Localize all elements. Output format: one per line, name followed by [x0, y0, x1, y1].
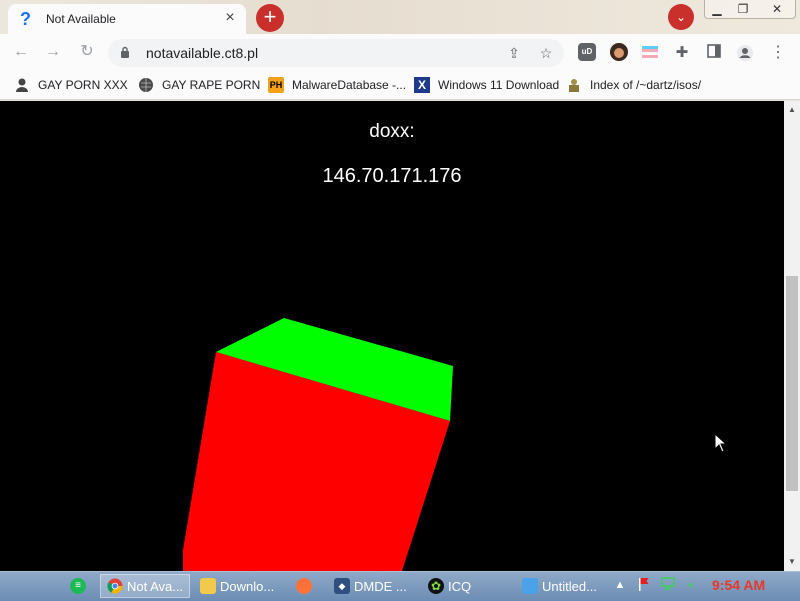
profile-icon[interactable] — [736, 44, 754, 62]
restore-button[interactable]: ❐ — [730, 0, 756, 20]
bookmark-label: Windows 11 Download — [438, 78, 560, 92]
scroll-thumb[interactable] — [786, 276, 798, 491]
reload-button[interactable]: ↻ — [76, 42, 98, 62]
browser-toolbar: ← → ↻ notavailable.ct8.pl ⇪ ☆ uD ✚ ⋮ — [0, 34, 800, 70]
arrow-right-icon: → — [45, 43, 61, 60]
bookmark-label: MalwareDatabase -... — [292, 78, 407, 92]
bookmark-item[interactable]: Index of /~dartz/isos/ — [566, 76, 701, 94]
tab-title: Not Available — [46, 12, 116, 26]
vertical-scrollbar[interactable]: ▲ ▼ — [784, 101, 800, 571]
ublock-icon[interactable]: uD — [578, 43, 596, 61]
globe-icon — [138, 77, 154, 93]
taskbar-item-chrome[interactable]: Not Ava... — [100, 574, 190, 598]
taskbar-item-explorer[interactable]: Downlo... — [194, 574, 280, 598]
bookmarks-bar: GAY PORN XXX GAY RAPE PORN PH MalwareDat… — [0, 70, 800, 100]
bookmark-label: GAY PORN XXX — [38, 78, 128, 92]
volume-tray-icon[interactable]: 🔈︎ — [684, 577, 700, 593]
lock-icon — [120, 46, 132, 61]
taskbar-label: ICQ — [448, 578, 472, 594]
scroll-up-icon[interactable]: ▲ — [784, 103, 800, 117]
kebab-menu-icon[interactable]: ⋮ — [769, 44, 787, 62]
bookmark-item[interactable]: X Windows 11 Download — [414, 76, 559, 94]
taskbar: ≡ Not Ava... Downlo... ◆ DMDE ... ✿ ICQ … — [0, 571, 800, 601]
side-panel-icon[interactable] — [705, 44, 723, 62]
bookmark-item[interactable]: GAY RAPE PORN — [138, 76, 260, 94]
question-mark-icon: ? — [20, 9, 31, 29]
extensions-puzzle-icon[interactable]: ✚ — [673, 44, 691, 62]
address-bar[interactable]: notavailable.ct8.pl ⇪ ☆ — [108, 39, 564, 67]
network-tray-icon[interactable] — [660, 577, 676, 593]
browser-tab[interactable]: ? Not Available × — [8, 4, 246, 34]
puzzle-person-icon — [14, 77, 30, 93]
tab-search-button[interactable]: ⌄ — [668, 4, 694, 30]
taskbar-label: Not Ava... — [127, 578, 184, 594]
taskbar-label: Untitled... — [542, 578, 597, 594]
share-icon[interactable]: ⇪ — [506, 45, 522, 61]
bookmark-item[interactable]: PH MalwareDatabase -... — [268, 76, 406, 94]
taskbar-item-firefox[interactable] — [290, 574, 320, 598]
taskbar-spotify[interactable]: ≡ — [64, 574, 90, 598]
dmde-icon: ◆ — [334, 578, 350, 594]
restore-icon: ❐ — [737, 2, 749, 16]
paint-icon — [522, 578, 538, 594]
close-icon[interactable]: × — [222, 10, 238, 27]
folder-person-icon — [566, 77, 582, 93]
flag-tray-icon[interactable] — [636, 577, 652, 593]
taskbar-label: Downlo... — [220, 578, 275, 594]
scroll-down-icon[interactable]: ▼ — [784, 555, 800, 569]
minimize-button[interactable]: ▁ — [704, 0, 730, 20]
back-button[interactable]: ← — [10, 42, 32, 62]
chrome-icon — [107, 578, 123, 594]
ph-logo-icon: PH — [268, 77, 284, 93]
taskbar-clock: 9:54 AM — [712, 577, 766, 593]
icq-flower-icon: ✿ — [428, 578, 444, 594]
reload-icon: ↻ — [80, 43, 94, 60]
tray-expand-icon[interactable]: ▲ — [612, 577, 628, 593]
x-logo-icon: X — [414, 77, 430, 93]
mouse-cursor-icon — [714, 433, 728, 453]
bookmark-label: GAY RAPE PORN — [162, 78, 261, 92]
taskbar-item-icq[interactable]: ✿ ICQ — [422, 574, 508, 598]
taskbar-item-dmde[interactable]: ◆ DMDE ... — [328, 574, 414, 598]
arrow-left-icon: ← — [13, 43, 29, 60]
bookmark-label: Index of /~dartz/isos/ — [590, 78, 702, 92]
spotify-icon: ≡ — [70, 578, 86, 594]
plus-icon: + — [263, 4, 277, 29]
forward-button[interactable]: → — [42, 42, 64, 62]
flag-extension-icon[interactable] — [641, 43, 659, 61]
url-text: notavailable.ct8.pl — [146, 45, 259, 61]
rotating-cube — [183, 318, 453, 571]
avatar-extension-icon[interactable] — [610, 43, 628, 61]
page-content: doxx: 146.70.171.176 — [0, 101, 784, 571]
bookmark-item[interactable]: GAY PORN XXX — [14, 76, 128, 94]
close-window-icon: ✕ — [771, 2, 783, 16]
close-window-button[interactable]: ✕ — [762, 0, 792, 20]
tab-strip: ? Not Available × + ⌄ ▁ ❐ ✕ — [0, 0, 800, 34]
firefox-icon — [296, 578, 312, 594]
taskbar-item-paint[interactable]: Untitled... — [516, 574, 602, 598]
taskbar-label: DMDE ... — [354, 578, 407, 594]
bookmark-star-icon[interactable]: ☆ — [538, 45, 554, 61]
minimize-icon: ▁ — [712, 2, 722, 16]
new-tab-button[interactable]: + — [256, 4, 284, 32]
chevron-down-icon: ⌄ — [675, 10, 687, 24]
folder-icon — [200, 578, 216, 594]
